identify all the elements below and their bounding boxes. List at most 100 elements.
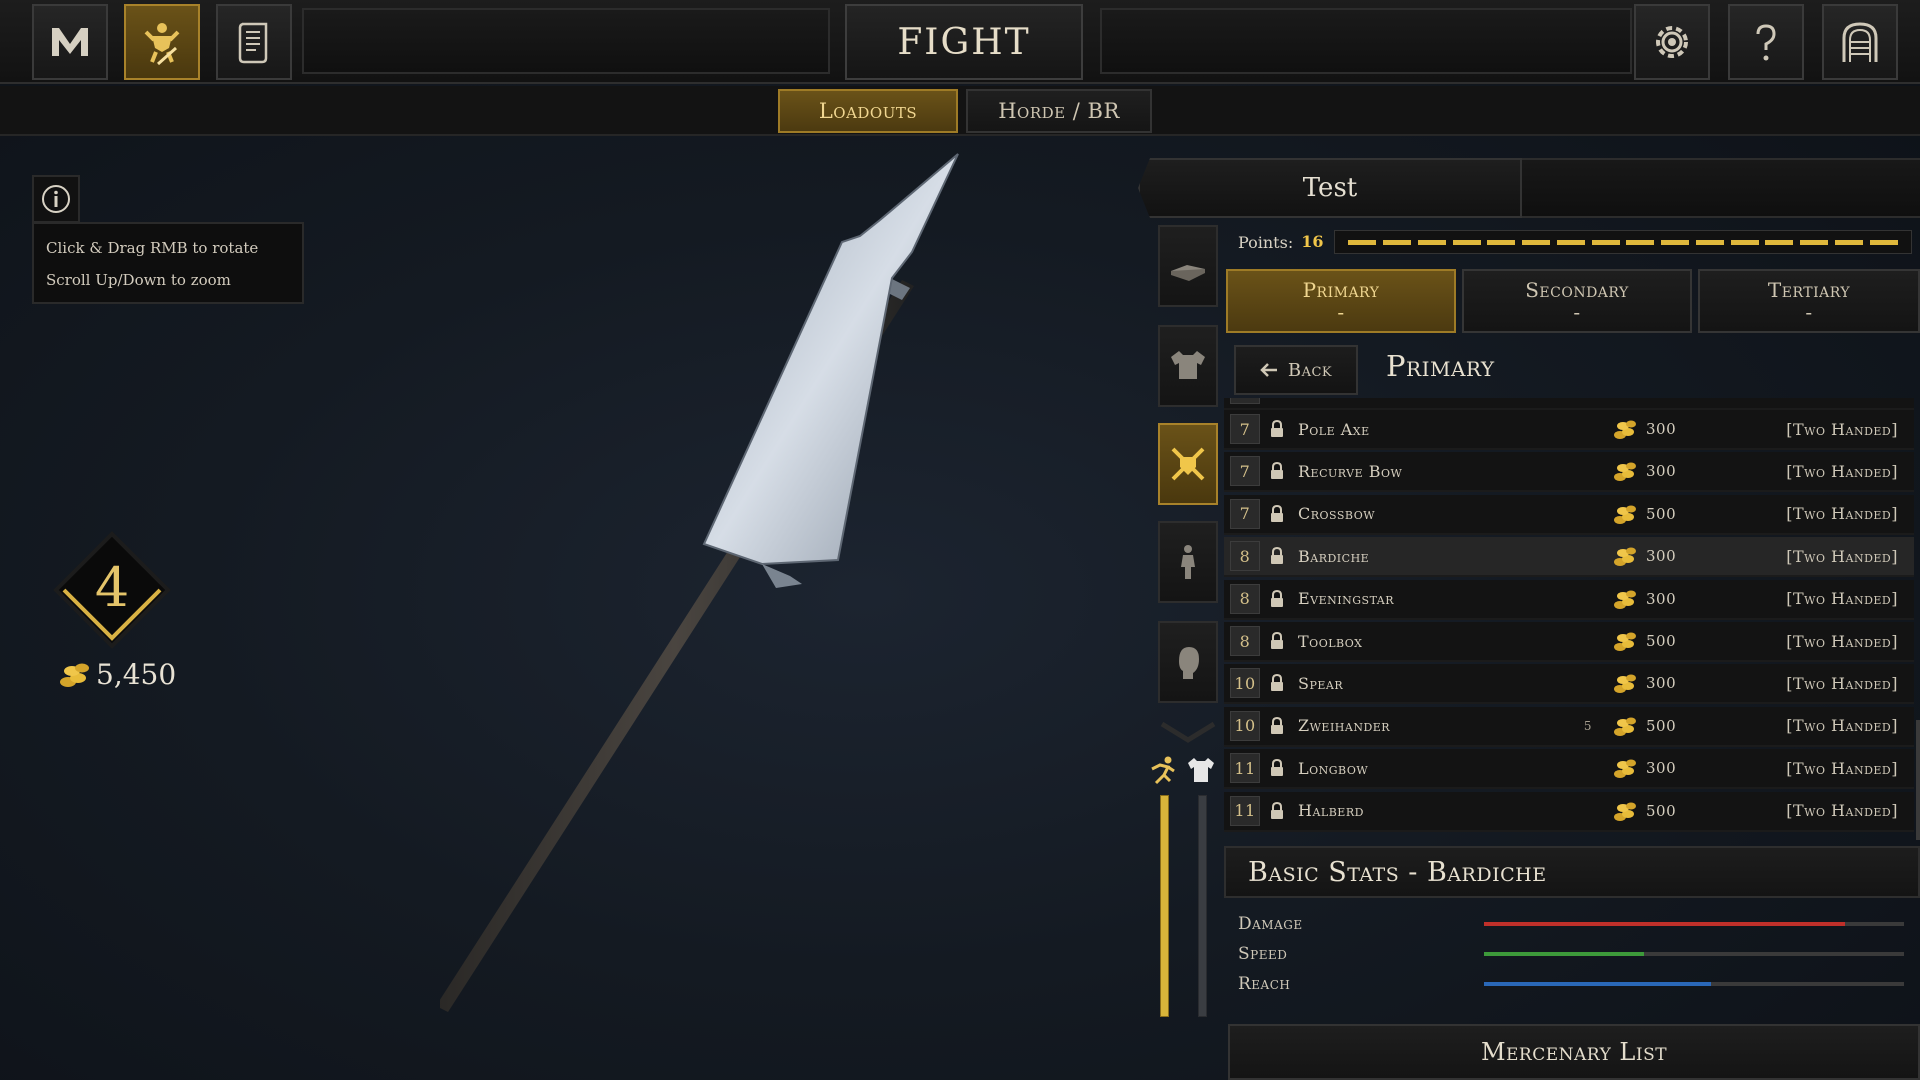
table-row[interactable]: 10 Zweihander 5 500 [Two Handed] — [1224, 706, 1914, 747]
help-icon — [1756, 24, 1776, 61]
row-weapon-type: [Two Handed] — [1786, 673, 1898, 693]
lock-icon — [1271, 504, 1283, 522]
table-row[interactable]: 8 Bardiche 300 [Two Handed] — [1224, 537, 1914, 578]
row-level-badge: 8 — [1230, 626, 1260, 656]
sidebar-item-face[interactable] — [1158, 621, 1218, 703]
sidebar-item-character[interactable] — [1158, 521, 1218, 603]
tab-loadouts[interactable]: Loadouts — [778, 89, 958, 133]
row-level-badge: 7 — [1230, 414, 1260, 444]
stat-label: Reach — [1238, 974, 1291, 994]
gold-display: 5,450 — [58, 658, 176, 691]
crossed-swords-shield-icon — [1171, 447, 1205, 481]
row-level-badge: 10 — [1230, 710, 1260, 741]
points-segment — [1452, 239, 1481, 245]
tab-secondary-label: Secondary — [1525, 278, 1629, 302]
help-button[interactable] — [1728, 4, 1804, 80]
row-level-badge — [1230, 398, 1260, 404]
tab-secondary[interactable]: Secondary - — [1462, 269, 1692, 333]
table-row[interactable]: 7 Pole Axe 300 [Two Handed] — [1224, 410, 1914, 450]
row-cost: 500 — [1646, 801, 1677, 820]
gold-coins-icon — [1614, 590, 1636, 609]
points-segment — [1661, 239, 1690, 245]
fight-loadout-button[interactable] — [124, 4, 200, 80]
points-label: Points: — [1238, 232, 1294, 252]
row-weapon-type: [Two Handed] — [1786, 631, 1898, 651]
stamina-runner-icon — [1151, 756, 1175, 785]
points-bar — [1334, 230, 1912, 254]
gold-coins-icon — [1614, 632, 1636, 651]
points-segment — [1730, 239, 1759, 245]
list-scrollbar[interactable] — [1916, 720, 1920, 840]
weapon-3d-preview[interactable] — [440, 140, 980, 1020]
stat-fill — [1484, 952, 1644, 956]
tab-primary-label: Primary — [1302, 278, 1380, 302]
gold-coins-icon — [1614, 802, 1636, 821]
row-extra: 5 — [1583, 718, 1593, 733]
points-segment — [1522, 239, 1551, 245]
table-row[interactable]: 11 Longbow 300 [Two Handed] — [1224, 749, 1914, 790]
row-weapon-name: Crossbow — [1298, 504, 1376, 524]
points-segment — [1800, 239, 1829, 245]
row-level-badge: 7 — [1230, 456, 1260, 487]
row-level-badge: 7 — [1230, 498, 1260, 529]
table-row-partial[interactable] — [1224, 398, 1914, 410]
sidebar-item-perks[interactable] — [1158, 225, 1218, 307]
points-segment — [1765, 239, 1794, 245]
row-weapon-name: Zweihander — [1298, 716, 1391, 736]
lock-icon — [1271, 589, 1283, 607]
sidebar-item-weapons[interactable] — [1158, 423, 1218, 505]
row-level-badge: 8 — [1230, 583, 1260, 614]
row-weapon-type: [Two Handed] — [1786, 504, 1898, 524]
table-row[interactable]: 8 Eveningstar 300 [Two Handed] — [1224, 579, 1914, 620]
tab-horde-br[interactable]: Horde / BR — [966, 89, 1152, 133]
stat-track — [1484, 982, 1904, 986]
gold-coins-icon — [1614, 547, 1636, 567]
loadout-name[interactable]: Test — [1138, 158, 1522, 218]
armor-chest-icon — [1188, 758, 1214, 782]
row-weapon-name: Halberd — [1298, 801, 1364, 821]
page-title: FIGHT — [845, 4, 1083, 80]
stats-title: Basic Stats - Bardiche — [1224, 846, 1920, 898]
stat-fill — [1484, 982, 1711, 986]
row-cost: 300 — [1646, 420, 1677, 438]
points-segment — [1417, 239, 1446, 245]
loadout-warrior-icon — [144, 23, 180, 66]
tab-tertiary[interactable]: Tertiary - — [1698, 269, 1920, 333]
table-row[interactable]: 8 Toolbox 500 [Two Handed] — [1224, 622, 1914, 662]
tab-primary[interactable]: Primary - — [1226, 269, 1456, 333]
table-row[interactable]: 7 Crossbow 500 [Two Handed] — [1224, 494, 1914, 535]
row-level-badge: 11 — [1230, 753, 1260, 784]
row-weapon-name: Toolbox — [1298, 631, 1363, 651]
mercenary-list-button[interactable]: Mercenary List — [1228, 1024, 1920, 1080]
stat-row: Damage — [1238, 910, 1918, 938]
lock-icon — [1271, 674, 1283, 692]
points-segment — [1383, 239, 1412, 245]
row-weapon-name: Eveningstar — [1298, 589, 1395, 609]
gold-coins-icon — [60, 663, 89, 687]
loadout-name-strip — [1522, 158, 1920, 218]
weapon-list[interactable]: 7 Pole Axe 300 [Two Handed] 7 Recurve Bow 300 [… — [1224, 398, 1914, 838]
table-row[interactable]: 7 Recurve Bow 300 [Two Handed] — [1224, 452, 1914, 493]
table-row[interactable]: 10 Spear 300 [Two Handed] — [1224, 664, 1914, 705]
back-button[interactable]: Back — [1234, 345, 1358, 395]
chest-armor-icon — [1171, 351, 1205, 379]
gold-coins-icon — [1614, 759, 1636, 779]
points-segment — [1695, 239, 1724, 245]
journal-button[interactable] — [216, 4, 292, 80]
sidebar-item-armor[interactable] — [1158, 325, 1218, 407]
table-row[interactable]: 11 Halberd 500 [Two Handed] — [1224, 791, 1914, 832]
row-weapon-type: [Two Handed] — [1786, 801, 1898, 821]
resource-icons — [1148, 755, 1216, 785]
points-row: Points: 16 — [1224, 222, 1920, 262]
settings-button[interactable] — [1634, 4, 1710, 80]
tab-tertiary-label: Tertiary — [1767, 278, 1851, 302]
gold-amount: 5,450 — [96, 658, 177, 691]
gold-coins-icon — [1614, 717, 1636, 736]
book-icon — [1171, 265, 1205, 281]
main-menu-logo-button[interactable] — [32, 4, 108, 80]
row-weapon-type: [Two Handed] — [1786, 419, 1898, 439]
exit-button[interactable] — [1822, 4, 1898, 80]
points-value: 16 — [1301, 232, 1324, 251]
row-cost: 500 — [1646, 632, 1677, 650]
info-button[interactable] — [32, 175, 80, 223]
